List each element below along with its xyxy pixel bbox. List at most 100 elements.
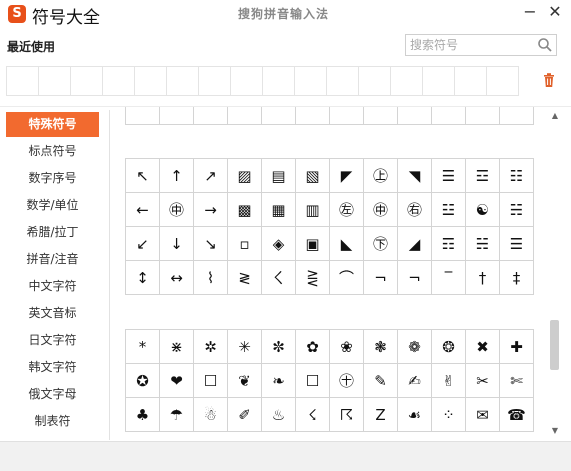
symbol-cell[interactable]: ☯ — [466, 193, 500, 227]
symbol-cell[interactable]: ↑ — [160, 159, 194, 193]
symbol-cell[interactable]: → — [194, 193, 228, 227]
sidebar-item-6[interactable]: 拼音/注音 — [6, 247, 99, 272]
symbol-cell[interactable]: ¬ — [398, 261, 432, 295]
symbol-cell[interactable]: Z — [364, 398, 398, 432]
symbol-cell[interactable]: ⋇ — [160, 330, 194, 364]
recent-symbol-cell[interactable] — [166, 66, 199, 96]
symbol-cell[interactable] — [466, 107, 500, 125]
recent-symbol-cell[interactable] — [294, 66, 327, 96]
sidebar-item-10[interactable]: 韩文字符 — [6, 355, 99, 380]
symbol-cell[interactable]: ❃ — [364, 330, 398, 364]
symbol-cell[interactable]: ✄ — [500, 364, 534, 398]
symbol-cell[interactable]: ↓ — [160, 227, 194, 261]
symbol-cell[interactable] — [330, 107, 364, 125]
symbol-cell[interactable]: ㊤ — [364, 159, 398, 193]
symbol-cell[interactable]: ✳ — [228, 330, 262, 364]
symbol-cell[interactable]: ⌒ — [330, 261, 364, 295]
symbol-cell[interactable]: ☳ — [432, 193, 466, 227]
symbol-cell[interactable]: ▦ — [262, 193, 296, 227]
search-input[interactable] — [410, 37, 535, 53]
symbol-cell[interactable]: ↙ — [126, 227, 160, 261]
recent-symbol-cell[interactable] — [390, 66, 423, 96]
symbol-cell[interactable]: ↔ — [160, 261, 194, 295]
sidebar-item-4[interactable]: 数学/单位 — [6, 193, 99, 218]
symbol-cell[interactable]: ☂ — [160, 398, 194, 432]
symbol-cell[interactable] — [364, 107, 398, 125]
recent-symbol-cell[interactable] — [358, 66, 391, 96]
symbol-cell[interactable]: ☵ — [500, 193, 534, 227]
symbol-cell[interactable] — [126, 107, 160, 125]
trash-icon[interactable] — [541, 72, 557, 88]
scroll-up-arrow-icon[interactable]: ▲ — [550, 111, 560, 121]
symbol-cell[interactable]: ☰ — [432, 159, 466, 193]
symbol-cell[interactable]: ☙ — [398, 398, 432, 432]
recent-symbol-cell[interactable] — [262, 66, 295, 96]
symbol-cell[interactable]: ❂ — [432, 330, 466, 364]
symbol-cell[interactable] — [296, 107, 330, 125]
minimize-button[interactable]: − — [520, 2, 540, 22]
sidebar-item-7[interactable]: 中文字符 — [6, 274, 99, 299]
symbol-cell[interactable]: ♣ — [126, 398, 160, 432]
symbol-cell[interactable]: ▩ — [228, 193, 262, 227]
symbol-cell[interactable]: ✪ — [126, 364, 160, 398]
scroll-down-arrow-icon[interactable]: ▼ — [550, 426, 560, 436]
symbol-cell[interactable]: ≷ — [228, 261, 262, 295]
symbol-cell[interactable]: ✍ — [398, 364, 432, 398]
symbol-cell[interactable]: ✚ — [500, 330, 534, 364]
sidebar-item-2[interactable]: 标点符号 — [6, 139, 99, 164]
recent-symbol-cell[interactable] — [198, 66, 231, 96]
symbol-cell[interactable]: ☇ — [296, 398, 330, 432]
symbol-cell[interactable]: ㊥ — [160, 193, 194, 227]
search-box[interactable] — [405, 34, 557, 56]
recent-symbol-cell[interactable] — [6, 66, 39, 96]
symbol-cell[interactable]: ❁ — [398, 330, 432, 364]
recent-symbol-cell[interactable] — [134, 66, 167, 96]
recent-symbol-cell[interactable] — [102, 66, 135, 96]
symbol-cell[interactable]: ❦ — [228, 364, 262, 398]
sidebar-item-1[interactable]: 特殊符号 — [6, 112, 99, 137]
recent-symbol-cell[interactable] — [70, 66, 103, 96]
symbol-cell[interactable]: ✌ — [432, 364, 466, 398]
symbol-cell[interactable]: ☐ — [194, 364, 228, 398]
symbol-cell[interactable]: * — [126, 330, 160, 364]
symbol-cell[interactable]: ▥ — [296, 193, 330, 227]
recent-symbol-cell[interactable] — [326, 66, 359, 96]
symbol-cell[interactable]: ▨ — [228, 159, 262, 193]
symbol-cell[interactable] — [194, 107, 228, 125]
symbol-cell[interactable]: ‡ — [500, 261, 534, 295]
recent-symbol-cell[interactable] — [230, 66, 263, 96]
scrollbar-thumb[interactable] — [550, 320, 559, 370]
sidebar-item-9[interactable]: 日文字符 — [6, 328, 99, 353]
symbol-cell[interactable]: ¬ — [364, 261, 398, 295]
symbol-cell[interactable] — [432, 107, 466, 125]
symbol-cell[interactable]: ⁘ — [432, 398, 466, 432]
symbol-cell[interactable]: ▫ — [228, 227, 262, 261]
symbol-cell[interactable] — [398, 107, 432, 125]
symbol-cell[interactable]: ♨ — [262, 398, 296, 432]
sidebar-item-12[interactable]: 制表符 — [6, 409, 99, 434]
symbol-cell[interactable]: ☐ — [296, 364, 330, 398]
search-icon[interactable] — [537, 37, 553, 53]
symbol-cell[interactable]: ✎ — [364, 364, 398, 398]
symbol-cell[interactable]: ← — [126, 193, 160, 227]
symbol-cell[interactable]: ◥ — [398, 159, 432, 193]
symbol-cell[interactable]: ▣ — [296, 227, 330, 261]
symbol-cell[interactable]: ◤ — [330, 159, 364, 193]
symbol-cell[interactable]: ‾ — [432, 261, 466, 295]
symbol-cell[interactable]: ㄑ — [262, 261, 296, 295]
symbol-cell[interactable]: ↘ — [194, 227, 228, 261]
symbol-cell[interactable]: ㊉ — [330, 364, 364, 398]
sidebar-item-5[interactable]: 希腊/拉丁 — [6, 220, 99, 245]
symbol-cell[interactable]: ✐ — [228, 398, 262, 432]
close-button[interactable]: ✕ — [545, 2, 565, 22]
symbol-cell[interactable]: ☰ — [500, 227, 534, 261]
symbol-cell[interactable]: ㊦ — [364, 227, 398, 261]
symbol-cell[interactable]: ◣ — [330, 227, 364, 261]
recent-symbol-cell[interactable] — [38, 66, 71, 96]
symbol-cell[interactable]: † — [466, 261, 500, 295]
symbol-cell[interactable]: ☵ — [466, 227, 500, 261]
recent-symbol-cell[interactable] — [422, 66, 455, 96]
symbol-cell[interactable]: ✲ — [194, 330, 228, 364]
symbol-cell[interactable]: ↖ — [126, 159, 160, 193]
symbol-cell[interactable]: ✿ — [296, 330, 330, 364]
